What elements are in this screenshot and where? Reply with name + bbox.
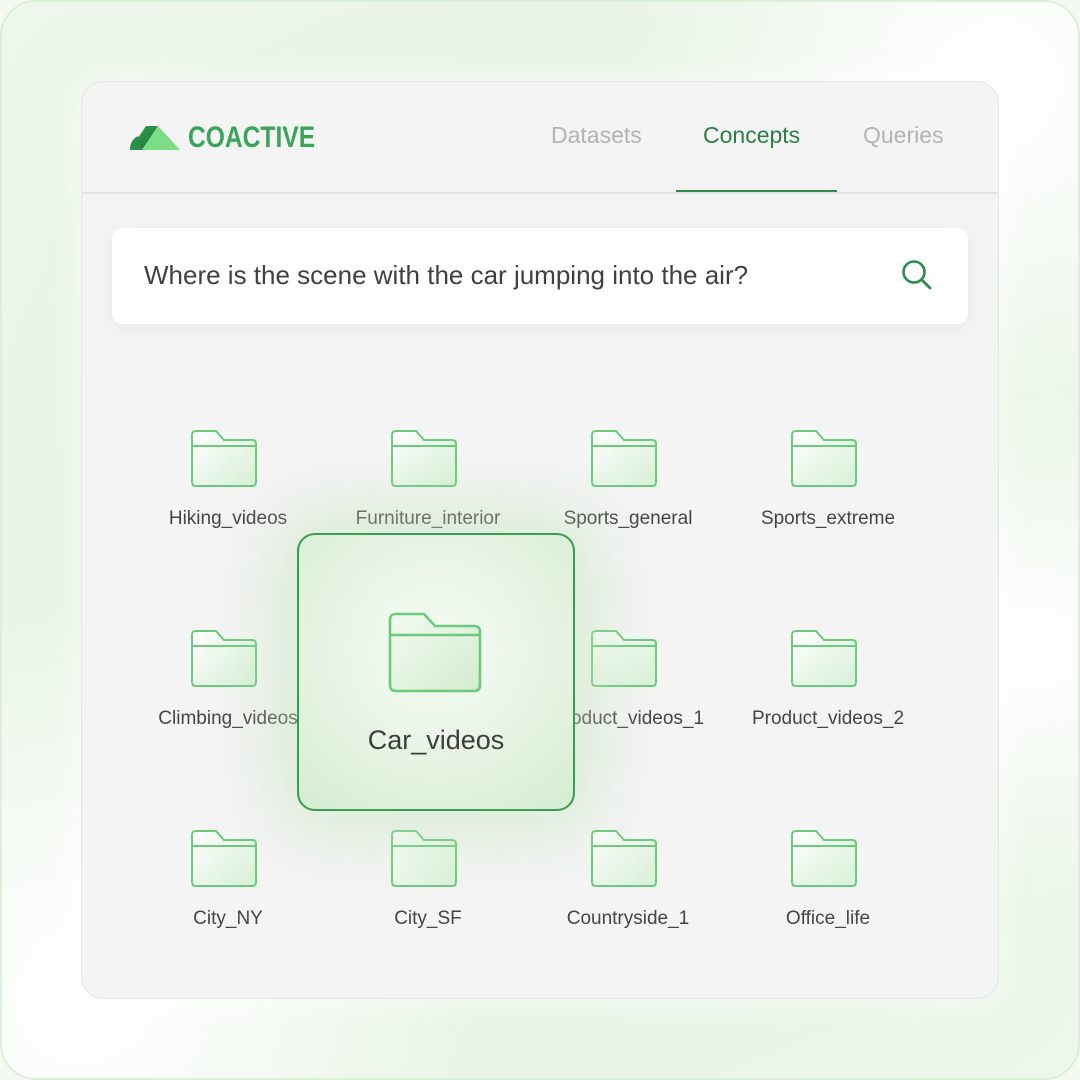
folder-icon (191, 430, 257, 487)
folder-icon (391, 830, 457, 887)
active-tab-indicator (676, 190, 837, 192)
folder-icon (791, 430, 857, 487)
folder-icon (791, 830, 857, 887)
folder-label: Furniture_interior (355, 508, 501, 529)
tab-datasets[interactable]: Datasets (551, 122, 642, 149)
search-input[interactable]: Where is the scene with the car jumping … (144, 260, 748, 291)
folder-icon (191, 630, 257, 687)
folder-icon (591, 430, 657, 487)
folder-icon (391, 430, 457, 487)
folder-item[interactable]: Countryside_1 (528, 828, 728, 968)
tab-concepts[interactable]: Concepts (703, 122, 800, 149)
folder-label: City_NY (193, 908, 263, 929)
folder-label: Product_videos_2 (751, 708, 905, 729)
folder-icon (591, 630, 657, 687)
folder-icon (791, 630, 857, 687)
folder-item[interactable]: Product_videos_2 (728, 628, 928, 768)
brand-name: COACTIVE (188, 121, 316, 154)
brand-logo[interactable]: COACTIVE (128, 120, 343, 156)
folder-label: City_SF (394, 908, 462, 929)
folder-label-featured: Car_videos (367, 725, 505, 755)
folder-icon (388, 612, 482, 693)
search-bar[interactable]: Where is the scene with the car jumping … (112, 228, 968, 324)
folder-item[interactable]: Office_life (728, 828, 928, 968)
folder-label: Countryside_1 (566, 908, 690, 929)
folder-item[interactable]: Sports_extreme (728, 428, 928, 568)
folder-label: Sports_general (563, 508, 693, 529)
coactive-logo-icon (130, 126, 180, 150)
app-window: COACTIVE Datasets Concepts Queries Where… (81, 81, 999, 999)
header: COACTIVE Datasets Concepts Queries (82, 82, 998, 194)
folder-icon (191, 830, 257, 887)
folder-label: Hiking_videos (168, 508, 288, 529)
folder-label: Sports_extreme (760, 508, 896, 529)
search-icon[interactable] (900, 258, 934, 292)
folder-item[interactable]: City_SF (328, 828, 528, 968)
tab-queries[interactable]: Queries (863, 122, 944, 149)
folder-icon (591, 830, 657, 887)
folder-item-featured[interactable]: Car_videos (297, 533, 575, 811)
folder-item[interactable]: City_NY (128, 828, 328, 968)
folder-label: Office_life (785, 908, 871, 929)
